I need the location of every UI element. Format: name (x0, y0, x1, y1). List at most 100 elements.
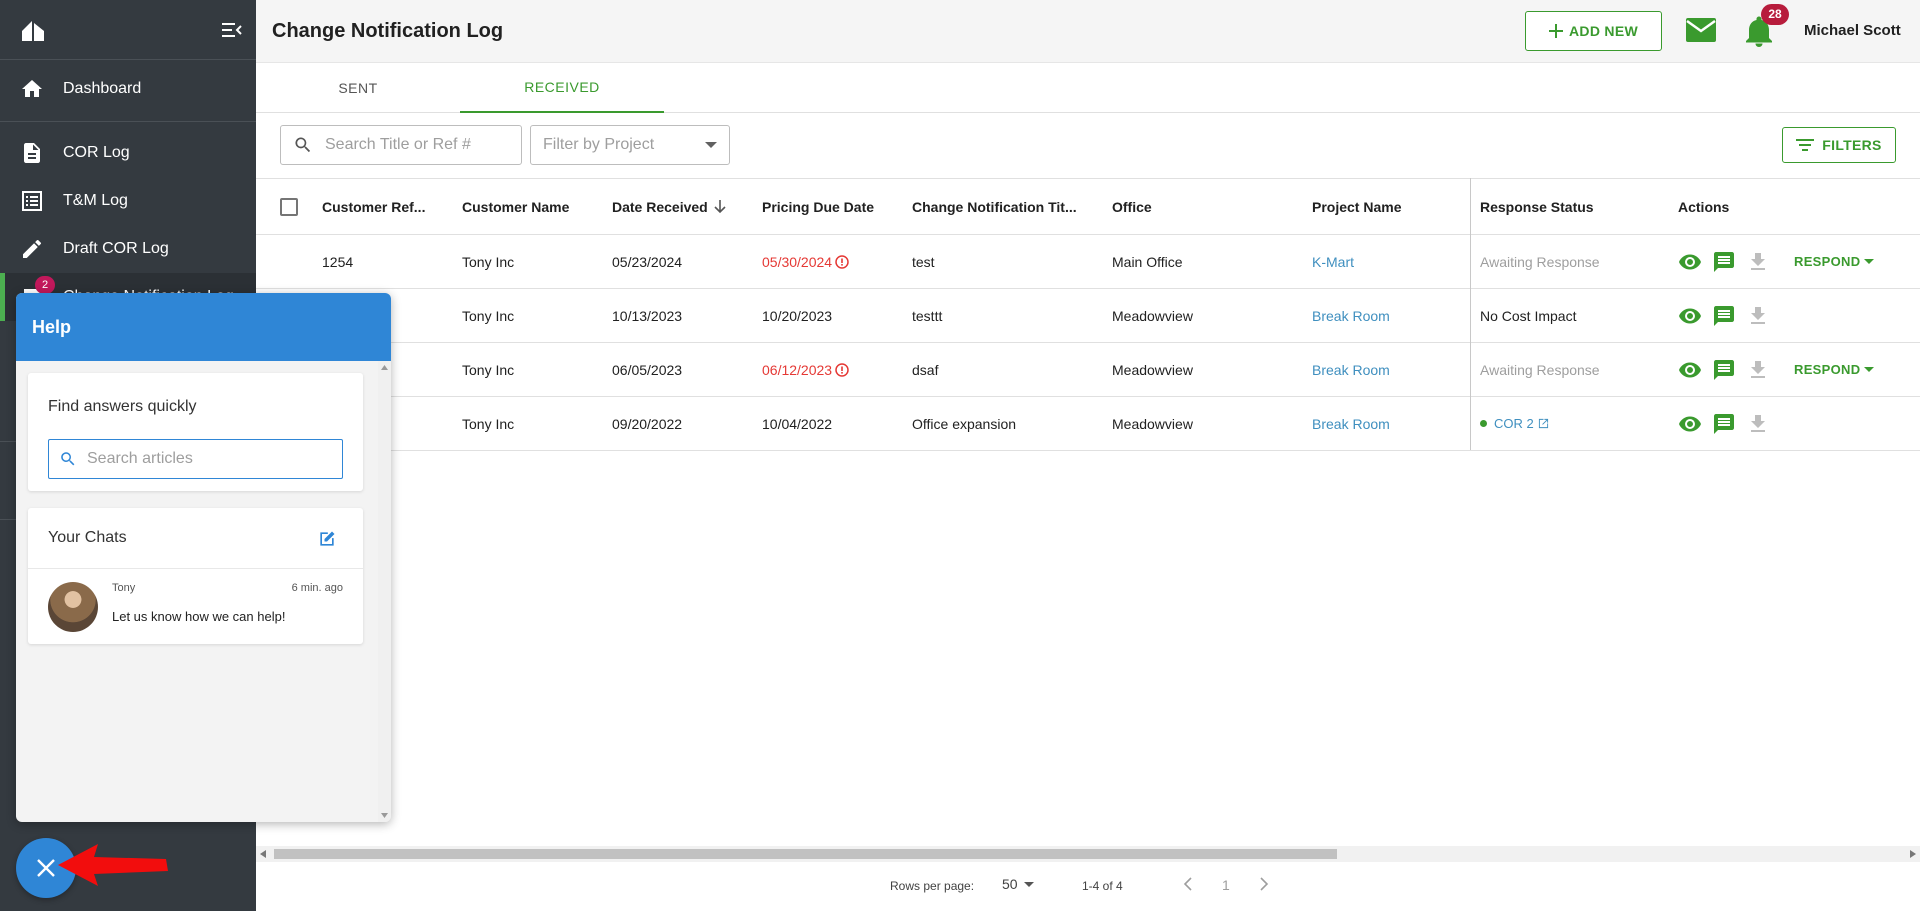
sidebar-item-label: COR Log (63, 144, 130, 161)
download-icon[interactable] (1746, 412, 1770, 436)
scrollbar-thumb[interactable] (274, 849, 1337, 859)
project-link[interactable]: Break Room (1312, 397, 1390, 450)
view-eye-icon[interactable] (1678, 304, 1702, 328)
project-link[interactable]: Break Room (1312, 289, 1390, 342)
caret-down-icon (705, 142, 717, 148)
download-icon[interactable] (1746, 358, 1770, 382)
column-office[interactable]: Office (1112, 179, 1152, 235)
chat-conversation-item[interactable]: Tony 6 min. ago Let us know how we can h… (28, 569, 363, 644)
project-link[interactable]: K-Mart (1312, 235, 1354, 288)
respond-button[interactable]: RESPOND (1794, 254, 1875, 269)
scroll-down-icon[interactable] (381, 813, 388, 818)
filter-list-icon (1796, 138, 1815, 152)
tab-sent[interactable]: SENT (256, 63, 460, 113)
view-eye-icon[interactable] (1678, 358, 1702, 382)
notification-count-badge: 28 (1761, 4, 1789, 25)
logo-icon[interactable] (20, 19, 46, 41)
respond-label: RESPOND (1794, 362, 1861, 377)
page-title: Change Notification Log (272, 20, 504, 42)
sidebar-item-draft-cor-log[interactable]: Draft COR Log (0, 225, 256, 273)
search-icon (293, 135, 313, 155)
horizontal-scrollbar[interactable] (256, 846, 1920, 862)
alert-circle-icon (835, 254, 849, 269)
column-response-status[interactable]: Response Status (1480, 179, 1594, 235)
rows-per-page-select[interactable]: 50 (1002, 876, 1034, 892)
cor-label: COR 2 (1494, 416, 1534, 431)
filters-button[interactable]: FILTERS (1782, 127, 1896, 163)
cell-title: testtt (912, 307, 943, 324)
cor-link[interactable]: COR 2 (1480, 397, 1549, 450)
cell-customer-name: Tony Inc (462, 307, 515, 324)
comment-icon[interactable] (1712, 304, 1736, 328)
annotation-arrow-icon (56, 842, 170, 888)
collapse-menu-icon[interactable] (222, 22, 242, 38)
chat-author: Tony (112, 582, 136, 594)
cell-office: Meadowview (1112, 361, 1193, 378)
scroll-left-icon[interactable] (260, 850, 266, 858)
new-chat-edit-icon[interactable] (317, 529, 337, 549)
cell-response-status: Awaiting Response (1480, 253, 1600, 270)
mail-icon[interactable] (1685, 16, 1717, 44)
column-pricing-due-date[interactable]: Pricing Due Date (762, 179, 874, 235)
table-row[interactable]: Tony Inc 10/13/2023 10/20/2023 testtt Me… (256, 289, 1920, 343)
sidebar-divider (0, 121, 256, 122)
column-customer-ref[interactable]: Customer Ref... (322, 179, 425, 235)
rows-per-page-value: 50 (1002, 876, 1018, 892)
sidebar-item-cor-log[interactable]: COR Log (0, 129, 256, 177)
respond-button[interactable]: RESPOND (1794, 362, 1875, 377)
column-actions: Actions (1678, 199, 1730, 215)
column-project-name[interactable]: Project Name (1312, 179, 1401, 235)
help-title: Help (16, 293, 391, 361)
due-date-text: 06/12/2023 (762, 361, 833, 378)
filter-by-project-select[interactable]: Filter by Project (530, 125, 730, 165)
add-new-label: ADD NEW (1569, 23, 1638, 39)
next-page-icon[interactable] (1259, 877, 1269, 891)
avatar (48, 582, 98, 632)
download-icon[interactable] (1746, 250, 1770, 274)
comment-icon[interactable] (1712, 358, 1736, 382)
cell-office: Meadowview (1112, 307, 1193, 324)
tab-received[interactable]: RECEIVED (460, 63, 664, 113)
search-icon (59, 450, 77, 468)
find-answers-heading: Find answers quickly (48, 398, 197, 415)
scroll-right-icon[interactable] (1910, 850, 1916, 858)
table-row[interactable]: 1254 Tony Inc 05/23/2024 05/30/2024 test… (256, 235, 1920, 289)
cell-actions: RESPOND (1678, 343, 1875, 396)
view-eye-icon[interactable] (1678, 250, 1702, 274)
cell-date-received: 06/05/2023 (612, 361, 683, 378)
sidebar-item-dashboard[interactable]: Dashboard (0, 65, 256, 113)
filter-project-placeholder: Filter by Project (543, 136, 655, 153)
scroll-up-icon[interactable] (381, 365, 388, 370)
sort-arrow-down-icon (714, 200, 726, 214)
rows-per-page-label: Rows per page: (890, 879, 975, 893)
comment-icon[interactable] (1712, 412, 1736, 436)
user-menu[interactable]: Michael Scott (1804, 22, 1901, 39)
your-chats-heading: Your Chats (48, 529, 127, 546)
help-scrollbar[interactable] (378, 361, 391, 822)
column-customer-name[interactable]: Customer Name (462, 179, 569, 235)
sidebar-item-tm-log[interactable]: T&M Log (0, 177, 256, 225)
cell-pricing-due-date: 10/20/2023 (762, 307, 833, 324)
view-eye-icon[interactable] (1678, 412, 1702, 436)
column-date-received[interactable]: Date Received (612, 179, 726, 235)
select-all-checkbox[interactable] (280, 179, 298, 235)
caret-down-icon (1864, 367, 1875, 372)
find-answers-card: Find answers quickly (28, 373, 363, 491)
table-row[interactable]: Tony Inc 06/05/2023 06/12/2023 dsaf Mead… (256, 343, 1920, 397)
column-change-notification-title[interactable]: Change Notification Tit... (912, 179, 1077, 235)
add-new-button[interactable]: ADD NEW (1525, 11, 1662, 51)
cell-customer-name: Tony Inc (462, 415, 515, 432)
search-input[interactable] (325, 136, 515, 154)
table-row[interactable]: Tony Inc 09/20/2022 10/04/2022 Office ex… (256, 397, 1920, 451)
due-date-text: 05/30/2024 (762, 253, 833, 270)
project-link[interactable]: Break Room (1312, 343, 1390, 396)
sidebar-item-label: T&M Log (63, 192, 128, 209)
chat-message-preview: Let us know how we can help! (112, 609, 286, 624)
search-field[interactable] (280, 125, 522, 165)
comment-icon[interactable] (1712, 250, 1736, 274)
article-search-input[interactable] (87, 450, 327, 468)
previous-page-icon[interactable] (1183, 877, 1193, 891)
your-chats-card: Your Chats Tony 6 min. ago Let us know h… (28, 508, 363, 644)
download-icon[interactable] (1746, 304, 1770, 328)
article-search-field[interactable] (48, 439, 343, 479)
